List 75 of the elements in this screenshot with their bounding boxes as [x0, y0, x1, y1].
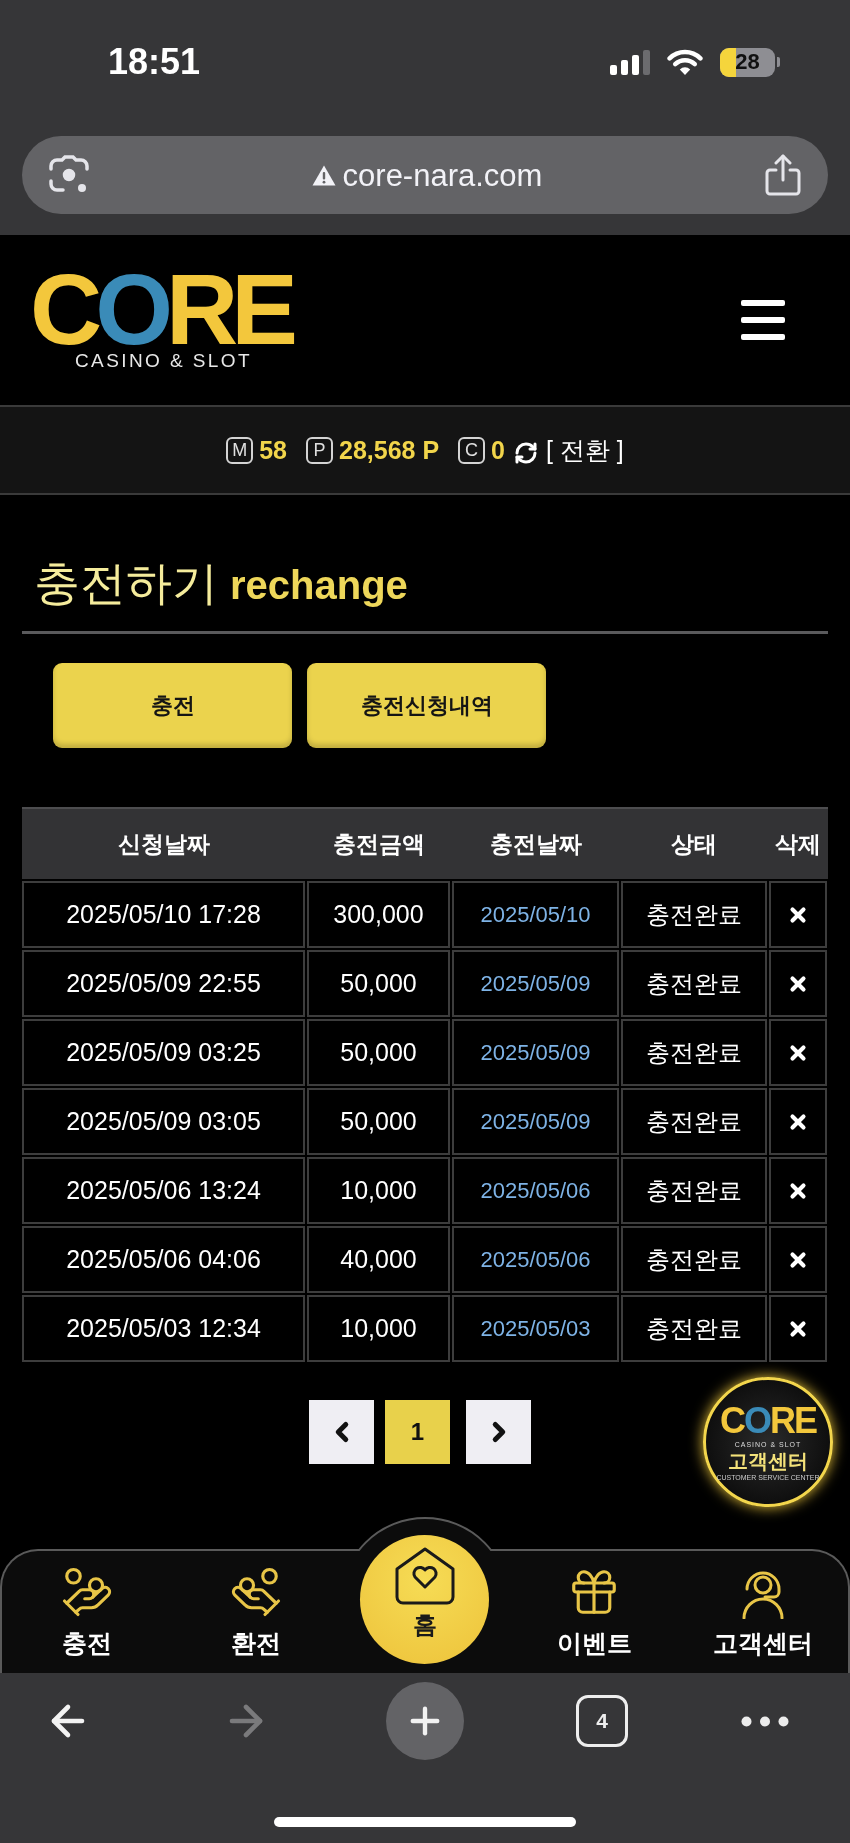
table-cell: 충전완료: [621, 881, 767, 948]
balance-label: C: [458, 436, 486, 464]
battery-percentage: 28: [735, 51, 760, 73]
table-cell: 2025/05/10 17:28: [22, 881, 305, 948]
balance-label: P: [306, 436, 333, 464]
camera-scan-icon[interactable]: [49, 155, 89, 195]
table-cell: 2025/05/09: [452, 1088, 619, 1155]
column-header: 상태: [670, 829, 718, 859]
table-cell: 50,000: [307, 950, 450, 1017]
badge-wordmark: CORE: [720, 1403, 816, 1439]
house-heart-icon: [395, 1547, 455, 1605]
nav-button[interactable]: 이벤트: [556, 1551, 632, 1673]
balance-value: 28,568 P: [339, 437, 440, 463]
action-button[interactable]: 충전: [53, 663, 292, 748]
delete-button[interactable]: [769, 950, 827, 1017]
table-cell: 충전완료: [621, 1295, 767, 1362]
table-cell: 300,000: [307, 881, 450, 948]
previous-page-button[interactable]: [309, 1400, 374, 1464]
table-cell: 2025/05/03 12:34: [22, 1295, 305, 1362]
table-cell: 40,000: [307, 1226, 450, 1293]
home-button[interactable]: 홈: [360, 1535, 490, 1664]
delete-button[interactable]: [769, 1226, 827, 1293]
signal-icon: [610, 49, 650, 75]
table-cell: 2025/05/09 03:05: [22, 1088, 305, 1155]
table-cell: 충전완료: [621, 1157, 767, 1224]
tabs-button[interactable]: 4: [576, 1695, 628, 1747]
table-cell: 2025/05/09: [452, 1019, 619, 1086]
table-cell: 2025/05/10: [452, 881, 619, 948]
delete-button[interactable]: [769, 1019, 827, 1086]
address-field[interactable]: core-nara.com: [22, 136, 828, 214]
status-time: 18:51: [108, 40, 201, 84]
next-page-button[interactable]: [466, 1400, 531, 1464]
delete-button[interactable]: [769, 1295, 827, 1362]
delete-button[interactable]: [769, 1157, 827, 1224]
nav-button[interactable]: 환전: [228, 1551, 283, 1673]
wifi-icon: [667, 48, 703, 76]
table-cell: 2025/05/09 03:25: [22, 1019, 305, 1086]
table-cell: 충전완료: [621, 1226, 767, 1293]
convert-link[interactable]: [ 전환 ]: [546, 437, 624, 463]
page-button[interactable]: 1: [385, 1400, 450, 1464]
table-cell: 2025/05/06 13:24: [22, 1157, 305, 1224]
balance-value: 58: [259, 437, 287, 463]
table-cell: 50,000: [307, 1019, 450, 1086]
action-button[interactable]: 충전신청내역: [307, 663, 546, 748]
column-header: 충전날짜: [488, 829, 583, 859]
table-cell: 충전완료: [621, 1019, 767, 1086]
column-header: 충전금액: [331, 829, 426, 859]
warning-icon: [311, 164, 336, 186]
page-subtitle: rechange: [230, 565, 408, 605]
column-header: 삭제: [774, 829, 822, 859]
url-text: core-nara.com: [342, 159, 543, 191]
table-cell: 충전완료: [621, 950, 767, 1017]
table-cell: 50,000: [307, 1088, 450, 1155]
table-cell: 10,000: [307, 1157, 450, 1224]
balance-label: M: [226, 436, 254, 464]
delete-button[interactable]: [769, 1088, 827, 1155]
table-cell: 2025/05/06: [452, 1226, 619, 1293]
table-cell: 10,000: [307, 1295, 450, 1362]
nav-button[interactable]: 충전: [59, 1551, 114, 1673]
table-cell: 2025/05/03: [452, 1295, 619, 1362]
table-cell: 2025/05/09 22:55: [22, 950, 305, 1017]
badge-label: 고객센터: [728, 1451, 808, 1471]
table-cell: 2025/05/06: [452, 1157, 619, 1224]
more-icon: [741, 1715, 789, 1727]
refresh-icon[interactable]: [514, 441, 538, 465]
table-cell: 충전완료: [621, 1088, 767, 1155]
table-cell: 2025/05/09: [452, 950, 619, 1017]
column-header: 신청날짜: [116, 829, 211, 859]
share-icon[interactable]: [765, 154, 801, 196]
menu-icon[interactable]: [741, 300, 785, 340]
page-title: 충전하기: [34, 560, 218, 606]
table-cell: 2025/05/06 04:06: [22, 1226, 305, 1293]
delete-button[interactable]: [769, 881, 827, 948]
balance-value: 0: [491, 437, 505, 463]
nav-button[interactable]: 고객센터: [713, 1551, 814, 1673]
